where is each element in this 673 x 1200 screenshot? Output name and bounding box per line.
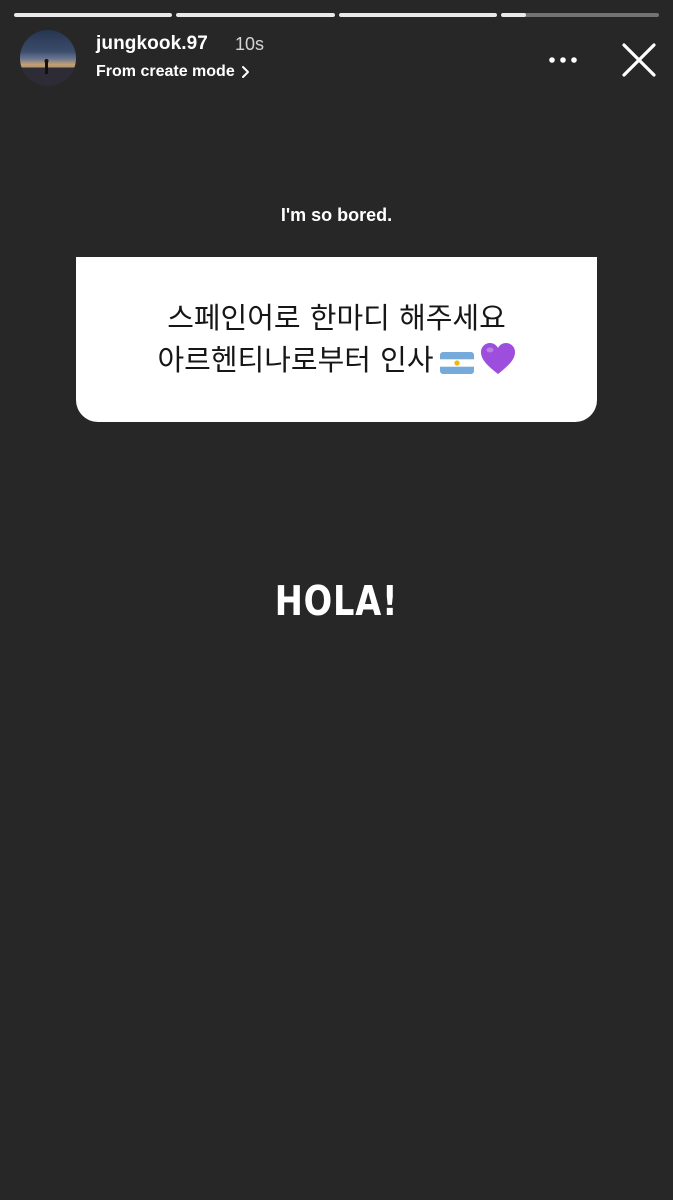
question-line-1: 스페인어로 한마디 해주세요 [167,301,506,335]
story-progress-bar [14,13,659,17]
progress-fill [14,13,173,17]
question-prompt: I'm so bored. [280,205,393,225]
question-line-2-text: 아르헨티나로부터 인사 [157,343,434,377]
progress-segment [338,13,497,17]
purple-heart-icon [480,342,516,376]
more-options-button[interactable] [543,48,583,72]
more-horizontal-icon [548,51,578,69]
answer-text: HOLA! [274,577,399,625]
close-icon [619,43,659,84]
argentina-flag-icon [439,350,474,376]
progress-segment [500,13,659,17]
story-header: jungkook.97 10s From create mode [20,30,659,88]
progress-segment [14,13,173,17]
create-mode-label: From create mode [96,63,235,80]
username[interactable]: jungkook.97 [96,33,208,55]
story-viewer[interactable]: jungkook.97 10s From create mode I'm so … [0,0,673,1200]
progress-segment [176,13,335,17]
post-time: 10s [235,34,265,54]
progress-fill [338,13,497,17]
progress-fill [500,13,527,17]
question-line-2: 아르헨티나로부터 인사 [76,339,597,381]
question-sticker[interactable]: 스페인어로 한마디 해주세요 아르헨티나로부터 인사 [76,257,597,422]
create-mode-link[interactable]: From create mode [96,63,251,81]
chevron-right-icon [241,65,251,79]
progress-fill [176,13,335,17]
close-button[interactable] [619,40,659,80]
avatar[interactable] [20,30,76,86]
